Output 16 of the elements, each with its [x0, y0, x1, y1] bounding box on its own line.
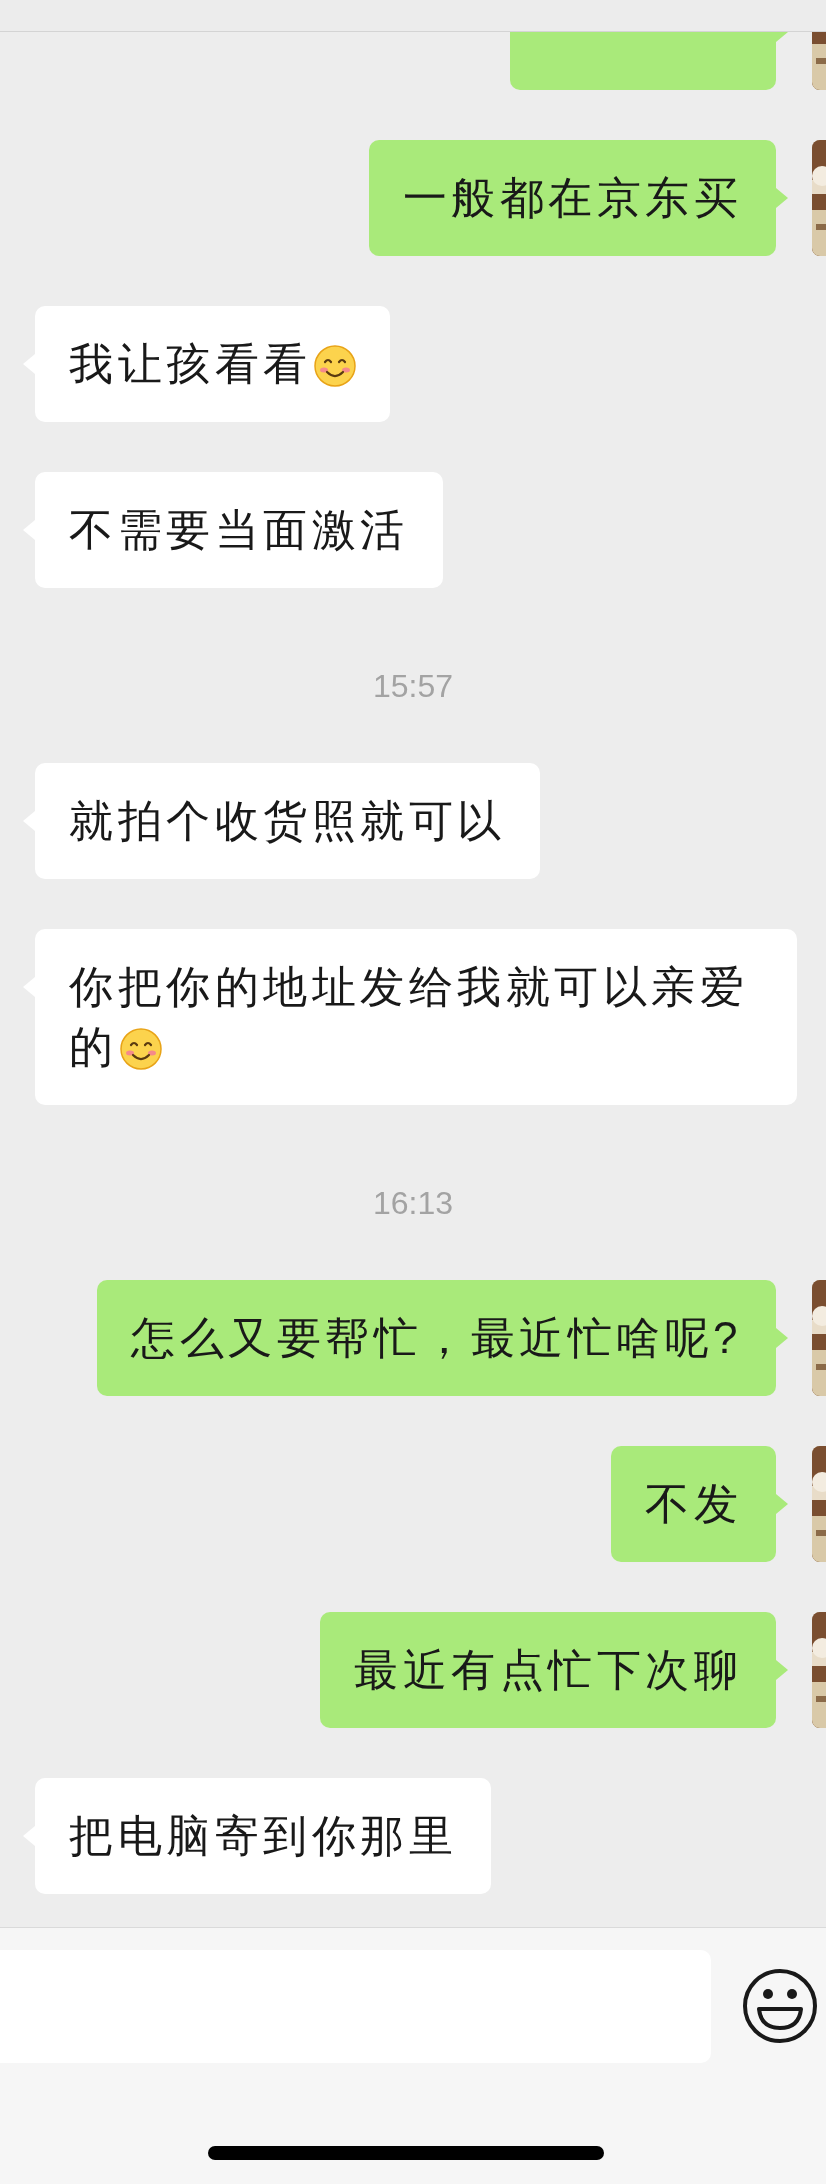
bubble-tail: [776, 188, 788, 208]
message-bubble: 就拍个收货照就可以: [35, 763, 540, 879]
message-bubble: 把电脑寄到你那里: [35, 1778, 491, 1894]
bubble-tail: [776, 1328, 788, 1348]
message-bubble: 你把你的地址发给我就可以亲爱的: [35, 929, 797, 1105]
message-bubble: 怎么又要帮忙，最近忙啥呢?: [97, 1280, 776, 1396]
bubble-tail: [776, 1660, 788, 1680]
message-bubble: 最近有点忙下次聊: [320, 1612, 776, 1728]
message-bubble: 不需要当面激活: [35, 472, 443, 588]
bubble-tail: [776, 1494, 788, 1514]
emoji-icon[interactable]: [742, 1968, 818, 2044]
message-bubble: 不发: [611, 1446, 776, 1562]
timestamp: 15:57: [372, 666, 454, 706]
timestamp: 16:13: [372, 1183, 454, 1223]
message-bubble: 我让孩看看: [35, 306, 390, 422]
message-bubble: 一般都在京东买: [368, 140, 776, 256]
